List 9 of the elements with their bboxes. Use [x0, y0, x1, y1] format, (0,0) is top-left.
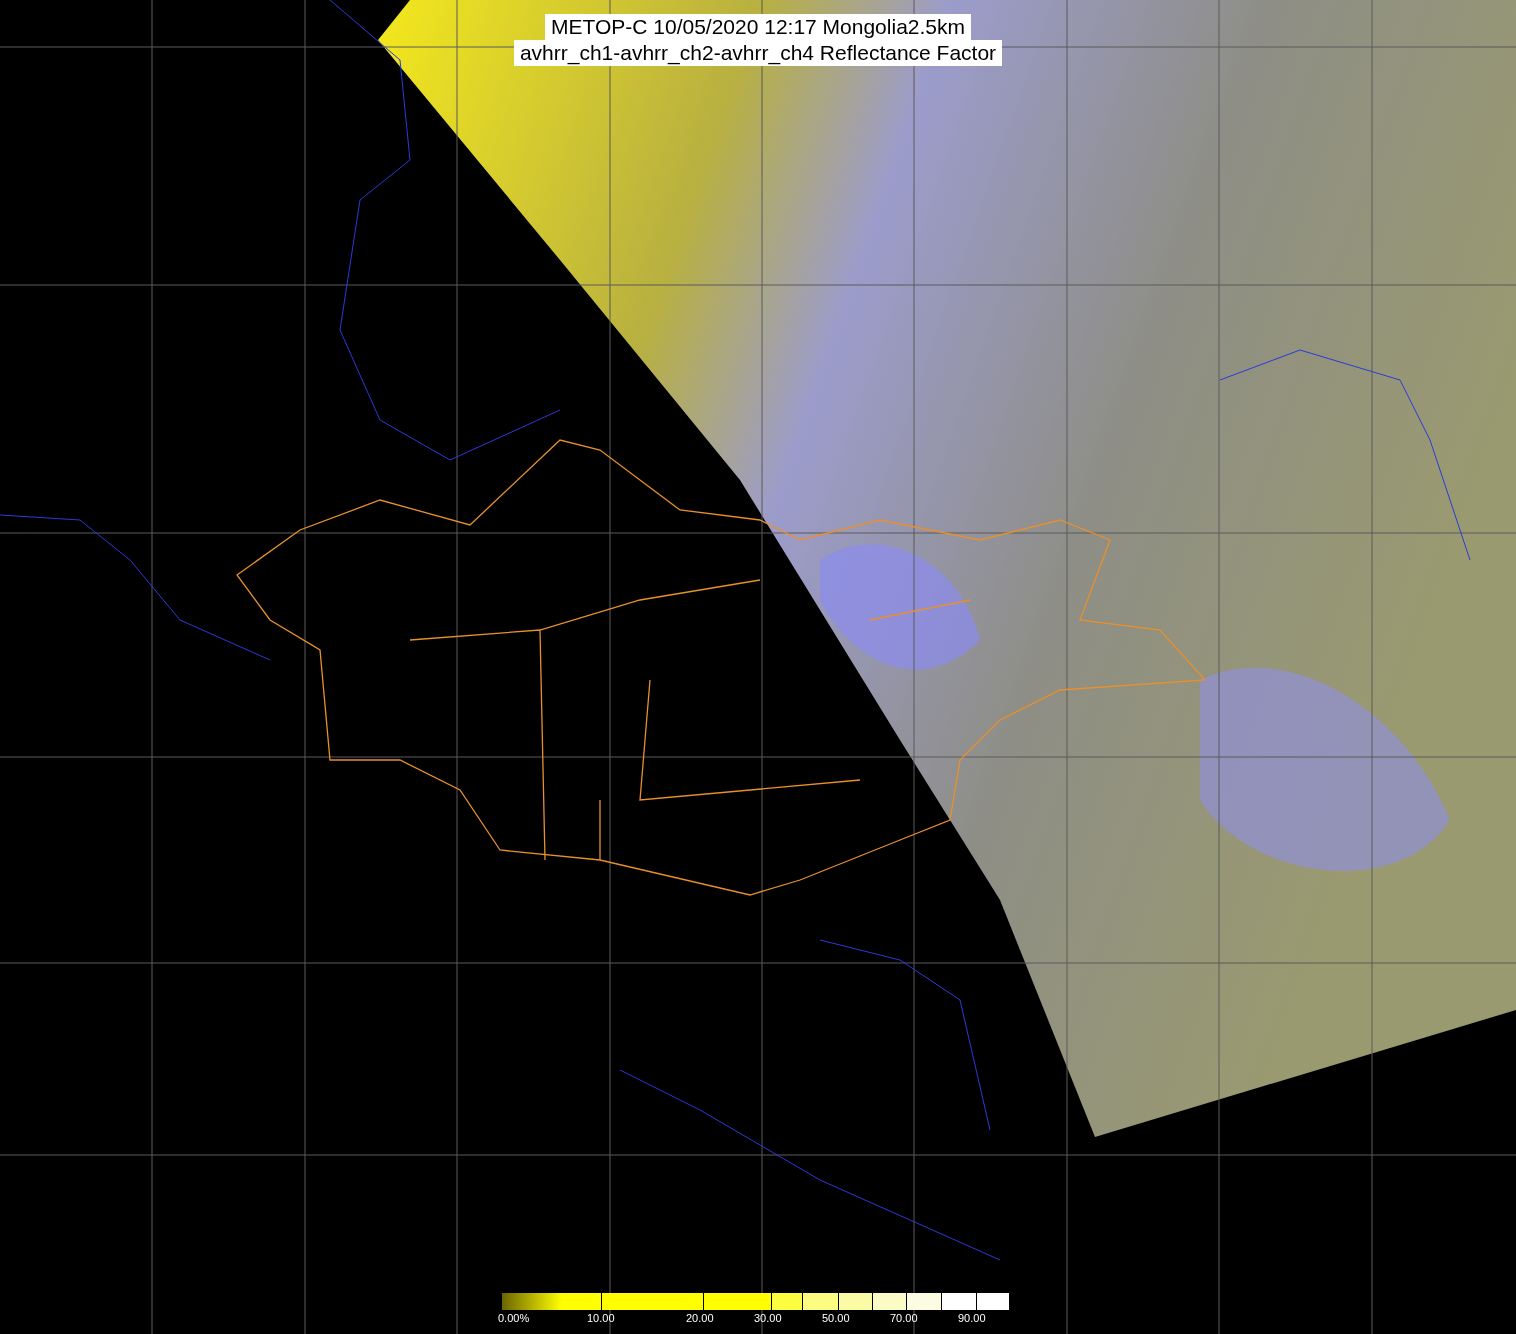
- scale-label: 90.00: [958, 1312, 986, 1324]
- scale-label: 50.00: [822, 1312, 850, 1324]
- scale-label: 20.00: [686, 1312, 714, 1324]
- map-title: METOP-C 10/05/2020 12:17 Mongolia2.5km: [545, 14, 971, 40]
- scale-label: 70.00: [890, 1312, 918, 1324]
- scale-label: 0.00%: [498, 1312, 530, 1324]
- scale-label: 30.00: [754, 1312, 782, 1324]
- map-title: avhrr_ch1-avhrr_ch2-avhrr_ch4 Reflectance Factor: [513, 40, 1003, 66]
- scale-label: 10.00: [587, 1312, 615, 1324]
